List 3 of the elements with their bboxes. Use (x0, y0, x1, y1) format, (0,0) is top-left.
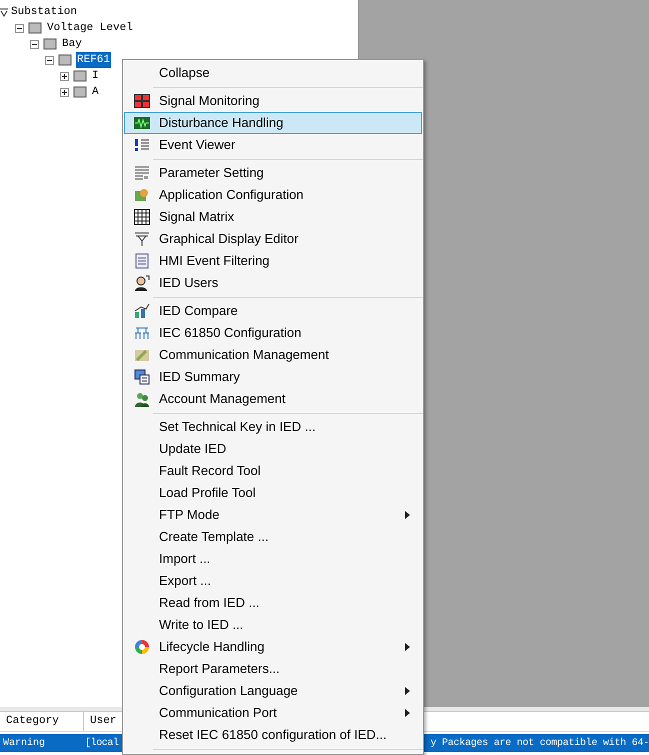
table-cell-text: Warning (2, 736, 46, 750)
table-cell-text: y Packages are not compatible with 64- (430, 736, 649, 750)
table-cell-text: [local (84, 736, 120, 750)
